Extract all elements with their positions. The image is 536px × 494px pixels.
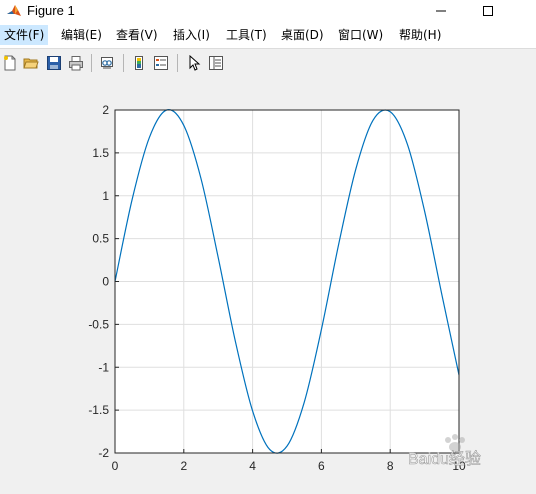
- minimize-button[interactable]: [418, 0, 464, 22]
- link-plot-icon[interactable]: [97, 53, 117, 73]
- menu-help[interactable]: 帮助(H): [395, 25, 445, 45]
- print-icon[interactable]: [66, 53, 86, 73]
- menu-window[interactable]: 窗口(W): [334, 25, 387, 45]
- matlab-logo-icon: [6, 3, 22, 19]
- save-icon[interactable]: [44, 53, 64, 73]
- x-tick-label: 0: [112, 459, 119, 473]
- y-tick-label: -1.5: [88, 403, 109, 417]
- watermark-text: Baidu经验: [408, 450, 481, 468]
- y-tick-label: 1: [102, 189, 109, 203]
- y-tick-label: 0.5: [92, 232, 109, 246]
- menu-desktop[interactable]: 桌面(D): [277, 25, 328, 45]
- open-file-icon[interactable]: [21, 53, 41, 73]
- minimize-icon: [436, 10, 446, 12]
- menu-bar: 文件(F) 编辑(E) 查看(V) 插入(I) 工具(T) 桌面(D) 窗口(W…: [0, 22, 536, 48]
- x-tick-label: 4: [249, 459, 256, 473]
- toolbar-separator: [177, 54, 178, 72]
- new-figure-icon[interactable]: [0, 53, 20, 73]
- baidu-paw-logo-icon: [445, 434, 465, 452]
- toolbar-separator: [123, 54, 124, 72]
- menu-tools[interactable]: 工具(T): [222, 25, 271, 45]
- x-tick-label: 2: [180, 459, 187, 473]
- insert-legend-icon[interactable]: [151, 53, 171, 73]
- window-titlebar[interactable]: Figure 1: [0, 0, 536, 22]
- menu-view[interactable]: 查看(V): [112, 25, 162, 45]
- toolbar-separator: [91, 54, 92, 72]
- y-tick-label: -0.5: [88, 317, 109, 331]
- menu-edit[interactable]: 编辑(E): [57, 25, 106, 45]
- y-tick-label: 0: [102, 275, 109, 289]
- window-title: Figure 1: [27, 3, 75, 18]
- menu-file[interactable]: 文件(F): [0, 25, 49, 45]
- y-tick-label: 2: [102, 103, 109, 117]
- figure-toolbar: [0, 48, 536, 78]
- y-tick-label: -2: [98, 446, 109, 460]
- x-tick-label: 6: [318, 459, 325, 473]
- open-property-inspector-icon[interactable]: [206, 53, 226, 73]
- maximize-icon: [483, 6, 493, 16]
- line-plot[interactable]: 0 2 4 6 8 10-2-1.5-1-0.500.511.52: [0, 77, 536, 489]
- x-tick-label: 8: [387, 459, 394, 473]
- baidu-jingyan-watermark: Baidu经验: [408, 430, 536, 470]
- menu-insert[interactable]: 插入(I): [169, 25, 214, 45]
- y-tick-label: 1.5: [92, 146, 109, 160]
- figure-canvas: 0 2 4 6 8 10 -2 -1.5 -1 -0.5 0 0.5 1 1.5 2: [0, 77, 536, 489]
- insert-colorbar-icon[interactable]: [129, 53, 149, 73]
- y-tick-label: -1: [98, 360, 109, 374]
- edit-plot-arrow-icon[interactable]: [184, 53, 204, 73]
- maximize-button[interactable]: [465, 0, 511, 22]
